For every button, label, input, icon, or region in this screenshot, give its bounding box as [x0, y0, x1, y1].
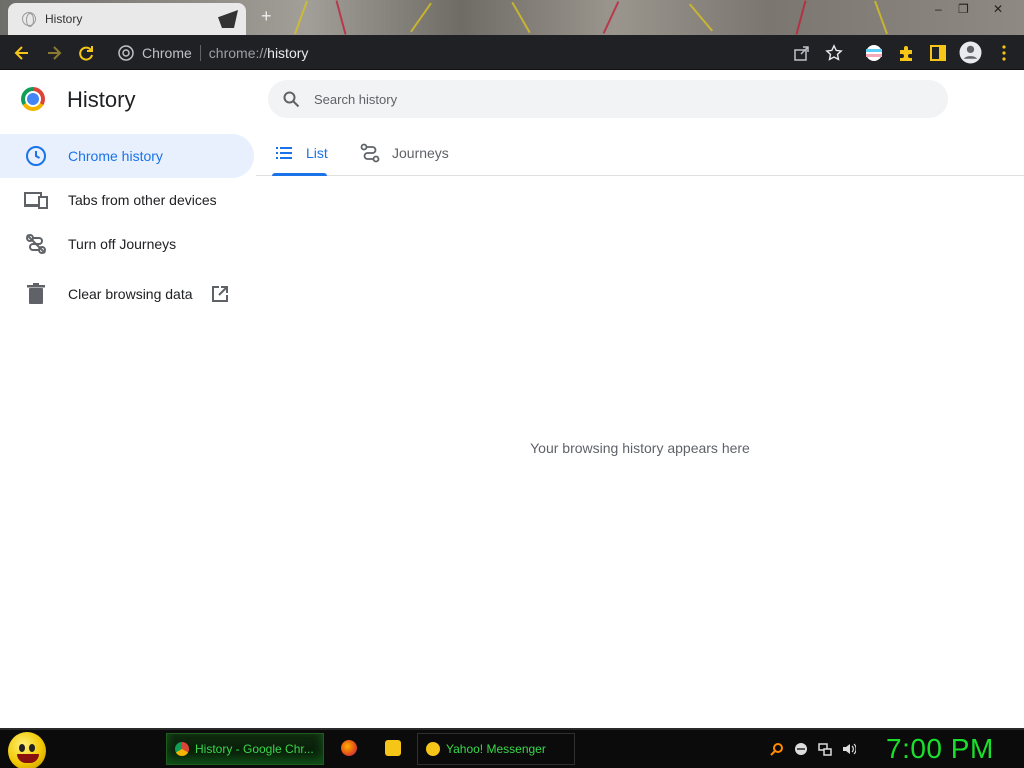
volume-tray-icon[interactable] — [842, 742, 856, 756]
list-icon — [276, 147, 292, 159]
browser-tab-history[interactable]: History — [8, 3, 246, 35]
sidebar-item-label: Turn off Journeys — [68, 236, 177, 252]
sidebar-item-other-devices[interactable]: Tabs from other devices — [0, 178, 256, 222]
yahoo-messenger-icon — [426, 742, 440, 756]
minimize-button[interactable]: – — [935, 2, 942, 16]
file-manager-icon[interactable] — [385, 740, 401, 756]
network-tray-icon[interactable] — [818, 742, 832, 756]
browser-toolbar: Chrome chrome:// history — [0, 35, 1024, 70]
taskbar: History - Google Chr... Yahoo! Messenger… — [0, 728, 1024, 768]
trash-icon — [24, 282, 48, 306]
taskbar-item-label: Yahoo! Messenger — [446, 742, 546, 756]
profile-flag-icon[interactable] — [865, 44, 883, 62]
tab-label: List — [306, 145, 328, 161]
star-icon[interactable] — [825, 44, 843, 62]
forward-icon — [48, 45, 62, 60]
wallpaper-scribble — [795, 0, 807, 35]
wallpaper-scribble — [874, 0, 888, 35]
url-prefix: chrome:// — [208, 44, 268, 61]
omnibox-site-chip: Chrome — [142, 44, 192, 61]
browser-tab-strip: History + – ❐ ✕ — [0, 0, 1024, 35]
wallpaper-scribble — [511, 1, 531, 34]
chrome-logo-icon — [21, 87, 45, 111]
sidebar-item-label: Chrome history — [68, 148, 163, 164]
journeys-off-icon — [24, 232, 48, 256]
wallpaper-scribble — [294, 0, 308, 35]
devices-icon — [24, 188, 48, 212]
sidebar-item-label: Tabs from other devices — [68, 192, 217, 208]
page-title: History — [67, 87, 136, 112]
reload-button[interactable] — [71, 35, 101, 70]
search-input[interactable] — [314, 91, 914, 107]
back-icon — [14, 45, 28, 60]
wallpaper-scribble — [335, 0, 347, 35]
sidebar-item-turn-off-journeys[interactable]: Turn off Journeys — [0, 222, 256, 266]
sidebar-item-label: Clear browsing data — [68, 286, 193, 302]
tab-label: Journeys — [392, 145, 449, 161]
tab-title: History — [45, 12, 83, 26]
reload-icon — [79, 45, 93, 61]
taskbar-item-label: History - Google Chr... — [195, 742, 314, 756]
search-tray-icon[interactable] — [770, 742, 784, 756]
taskbar-clock[interactable]: 7:00 PM — [886, 733, 994, 765]
wallpaper-scribble — [410, 2, 432, 33]
tab-favicon-icon — [22, 12, 36, 27]
history-page: History Chrome history Tabs from other d… — [0, 70, 1024, 728]
tab-journeys[interactable]: Journeys — [360, 130, 449, 176]
tab-list[interactable]: List — [274, 130, 328, 176]
history-header: History — [0, 70, 1024, 130]
active-tab-indicator — [272, 173, 327, 176]
share-icon[interactable] — [793, 44, 811, 62]
start-button-smiley-icon[interactable] — [8, 732, 46, 768]
empty-history-message: Your browsing history appears here — [530, 440, 750, 456]
sidebar-item-clear-browsing-data[interactable]: Clear browsing data — [0, 272, 256, 316]
desktop-screen: History + – ❐ ✕ Chrome chrome:// history — [0, 0, 1024, 768]
side-panel-icon[interactable] — [929, 44, 947, 62]
address-bar[interactable]: Chrome chrome:// history — [108, 39, 848, 66]
sidebar-item-chrome-history[interactable]: Chrome history — [0, 134, 254, 178]
back-button[interactable] — [7, 35, 37, 70]
history-tabs: List Journeys — [256, 130, 1024, 176]
url-path: history — [267, 44, 309, 61]
account-icon[interactable] — [959, 41, 982, 64]
open-in-new-icon — [211, 286, 228, 302]
tab-close-icon[interactable] — [218, 10, 238, 28]
forward-button[interactable] — [39, 35, 69, 70]
taskbar-item-yahoo-messenger[interactable]: Yahoo! Messenger — [417, 733, 575, 765]
search-box[interactable] — [268, 80, 948, 118]
omnibox-separator — [199, 44, 201, 61]
new-tab-button[interactable]: + — [261, 6, 272, 27]
wallpaper-scribble — [602, 1, 620, 34]
firefox-icon[interactable] — [341, 740, 357, 756]
maximize-button[interactable]: ❐ — [958, 2, 969, 16]
taskbar-item-chrome[interactable]: History - Google Chr... — [166, 733, 324, 765]
journeys-icon — [360, 143, 380, 163]
history-sidebar: Chrome history Tabs from other devices T… — [0, 134, 256, 316]
clock-icon — [24, 144, 48, 168]
status-tray-icon[interactable] — [794, 742, 808, 756]
menu-icon[interactable] — [995, 44, 1013, 62]
chrome-site-icon — [118, 45, 134, 61]
chrome-icon — [175, 742, 189, 756]
search-icon[interactable] — [282, 90, 300, 108]
extensions-icon[interactable] — [897, 44, 915, 62]
wallpaper-scribble — [688, 3, 714, 32]
close-window-button[interactable]: ✕ — [993, 2, 1003, 16]
